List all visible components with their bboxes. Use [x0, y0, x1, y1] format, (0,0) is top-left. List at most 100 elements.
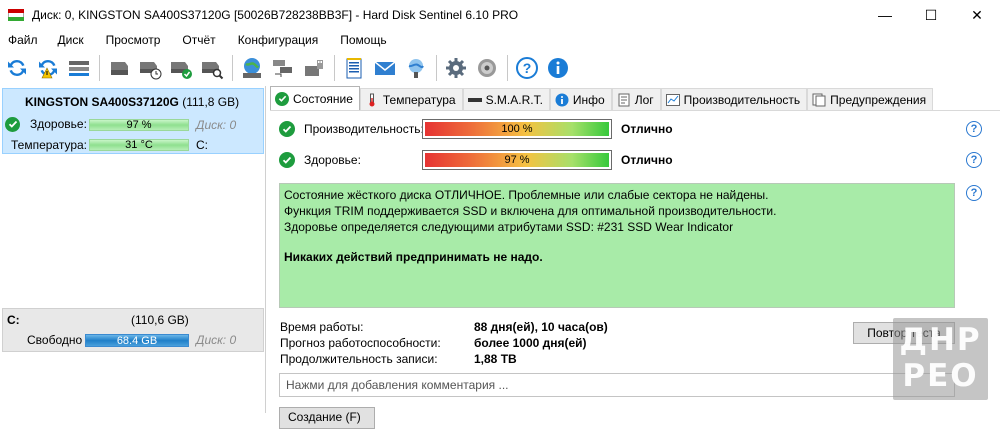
menu-config[interactable]: Конфигурация [224, 33, 327, 47]
disk-health-bar: 97 % [89, 119, 189, 131]
toolbar-separator [99, 55, 100, 81]
disk-list-icon[interactable] [66, 55, 92, 81]
performance-meter: 100 % [422, 119, 612, 139]
tab-alerts[interactable]: Предупреждения [807, 88, 934, 110]
partition-free-bar: 68.4 GB [85, 334, 189, 347]
performance-label: Производительность: [304, 122, 424, 136]
watermark-logo: ДНР РЕО [893, 318, 988, 400]
tab-smart-label: S.M.A.R.T. [485, 92, 543, 107]
tab-log[interactable]: Лог [611, 88, 661, 110]
disk-temp-label: Температура: [11, 138, 88, 152]
disk-health-label: Здоровье: [30, 117, 87, 131]
tab-temperature-label: Температура [382, 92, 456, 107]
menu-file[interactable]: Файл [0, 33, 46, 47]
description-line: Функция TRIM поддерживается SSD и включе… [284, 204, 777, 218]
alerts-icon [812, 93, 826, 107]
menu-help[interactable]: Помощь [326, 33, 394, 47]
health-help-icon[interactable]: ? [966, 152, 982, 168]
menu-bar: Файл Диск Просмотр Отчёт Конфигурация По… [0, 30, 1000, 50]
email-icon[interactable] [372, 55, 398, 81]
settings-icon[interactable] [443, 55, 469, 81]
written-value: 1,88 TB [474, 352, 517, 366]
help-icon[interactable]: ? [514, 55, 540, 81]
close-button[interactable]: ✕ [954, 0, 1000, 30]
report-icon[interactable] [341, 55, 367, 81]
tab-temperature[interactable]: Температура [359, 88, 463, 110]
hdd-timer-icon[interactable] [137, 55, 163, 81]
health-rating: Отлично [621, 153, 673, 167]
partition-free-label: Свободно [27, 333, 83, 347]
action-text: Никаких действий предпринимать не надо. [284, 250, 543, 264]
smart-bar-icon [467, 93, 482, 107]
disk-drive-letter: C: [196, 138, 208, 152]
thermometer-icon [365, 93, 379, 107]
performance-help-icon[interactable]: ? [966, 121, 982, 137]
svg-text:?: ? [523, 60, 532, 76]
description-line: Здоровье определяется следующими атрибут… [284, 220, 734, 234]
tab-performance[interactable]: Производительность [660, 88, 808, 110]
watermark-line1: ДНР [899, 322, 982, 358]
description-line: Состояние жёсткого диска ОТЛИЧНОЕ. Пробл… [284, 188, 769, 202]
tab-bar: Состояние Температура S.M.A.R.T. Инфо Ло… [270, 86, 1000, 110]
disk-card[interactable]: KINGSTON SA400S37120G (111,8 GB) Здоровь… [2, 88, 264, 154]
menu-view[interactable]: Просмотр [92, 33, 169, 47]
forecast-value: более 1000 дня(ей) [474, 336, 587, 350]
toolbar-separator [507, 55, 508, 81]
performance-rating: Отлично [621, 122, 673, 136]
toolbar-separator [334, 55, 335, 81]
sound-icon[interactable] [474, 55, 500, 81]
tab-alerts-label: Предупреждения [830, 92, 927, 107]
tab-status[interactable]: Состояние [270, 86, 360, 110]
maximize-button[interactable]: ☐ [908, 0, 954, 30]
disk-title: KINGSTON SA400S37120G (111,8 GB) [25, 95, 239, 109]
menu-disk[interactable]: Диск [46, 33, 92, 47]
watermark-line2: РЕО [902, 358, 979, 394]
performance-value: 100 % [501, 123, 533, 135]
log-icon [617, 93, 631, 107]
toolbar-separator [232, 55, 233, 81]
info-icon[interactable] [545, 55, 571, 81]
minimize-button[interactable]: — [862, 0, 908, 30]
window-title: Диск: 0, KINGSTON SA400S37120G [50026B72… [32, 8, 519, 22]
written-label: Продолжительность записи: [280, 352, 438, 366]
menu-report[interactable]: Отчёт [168, 33, 223, 47]
comment-input[interactable]: Нажми для добавления комментария ... [279, 373, 955, 397]
chart-icon [665, 93, 680, 107]
tab-info-label: Инфо [572, 92, 605, 107]
uptime-value: 88 дня(ей), 10 часа(ов) [474, 320, 608, 334]
health-ok-icon [279, 152, 295, 168]
disk-temp-bar: 31 °C [89, 139, 189, 151]
partition-card[interactable]: C: (110,6 GB) Свободно 68.4 GB Диск: 0 [2, 308, 264, 352]
hdd-check-icon[interactable] [168, 55, 194, 81]
health-label: Здоровье: [304, 153, 361, 167]
tab-status-label: Состояние [293, 91, 353, 106]
description-help-icon[interactable]: ? [966, 185, 982, 201]
disk-number-label: Диск: 0 [196, 118, 237, 132]
refresh-icon[interactable] [4, 55, 30, 81]
send-report-icon[interactable] [403, 55, 429, 81]
hdd-icon[interactable] [106, 55, 132, 81]
tab-performance-label: Производительность [683, 92, 801, 107]
disk-health-row: Здоровье: [5, 116, 87, 132]
tab-smart[interactable]: S.M.A.R.T. [462, 88, 550, 110]
network-drives-icon[interactable] [270, 55, 296, 81]
info-icon [555, 93, 569, 107]
app-flag-icon [8, 9, 24, 21]
disk-model: KINGSTON SA400S37120G [25, 95, 179, 109]
title-bar: Диск: 0, KINGSTON SA400S37120G [50026B72… [0, 0, 1000, 30]
create-button[interactable]: Создание (F) [279, 407, 375, 429]
health-value: 97 % [504, 154, 530, 166]
toolbar: ? [0, 50, 1000, 86]
partition-letter: C: [7, 313, 20, 327]
forecast-label: Прогноз работоспособности: [280, 336, 441, 350]
refresh-warning-icon[interactable] [35, 55, 61, 81]
status-description[interactable]: Состояние жёсткого диска ОТЛИЧНОЕ. Пробл… [279, 183, 955, 308]
toolbar-separator [436, 55, 437, 81]
tab-info[interactable]: Инфо [549, 88, 612, 110]
health-meter: 97 % [422, 150, 612, 170]
usb-drive-icon[interactable] [301, 55, 327, 81]
hdd-search-icon[interactable] [199, 55, 225, 81]
globe-drive-icon[interactable] [239, 55, 265, 81]
disk-size: (111,8 GB) [182, 95, 240, 109]
uptime-label: Время работы: [280, 320, 364, 334]
